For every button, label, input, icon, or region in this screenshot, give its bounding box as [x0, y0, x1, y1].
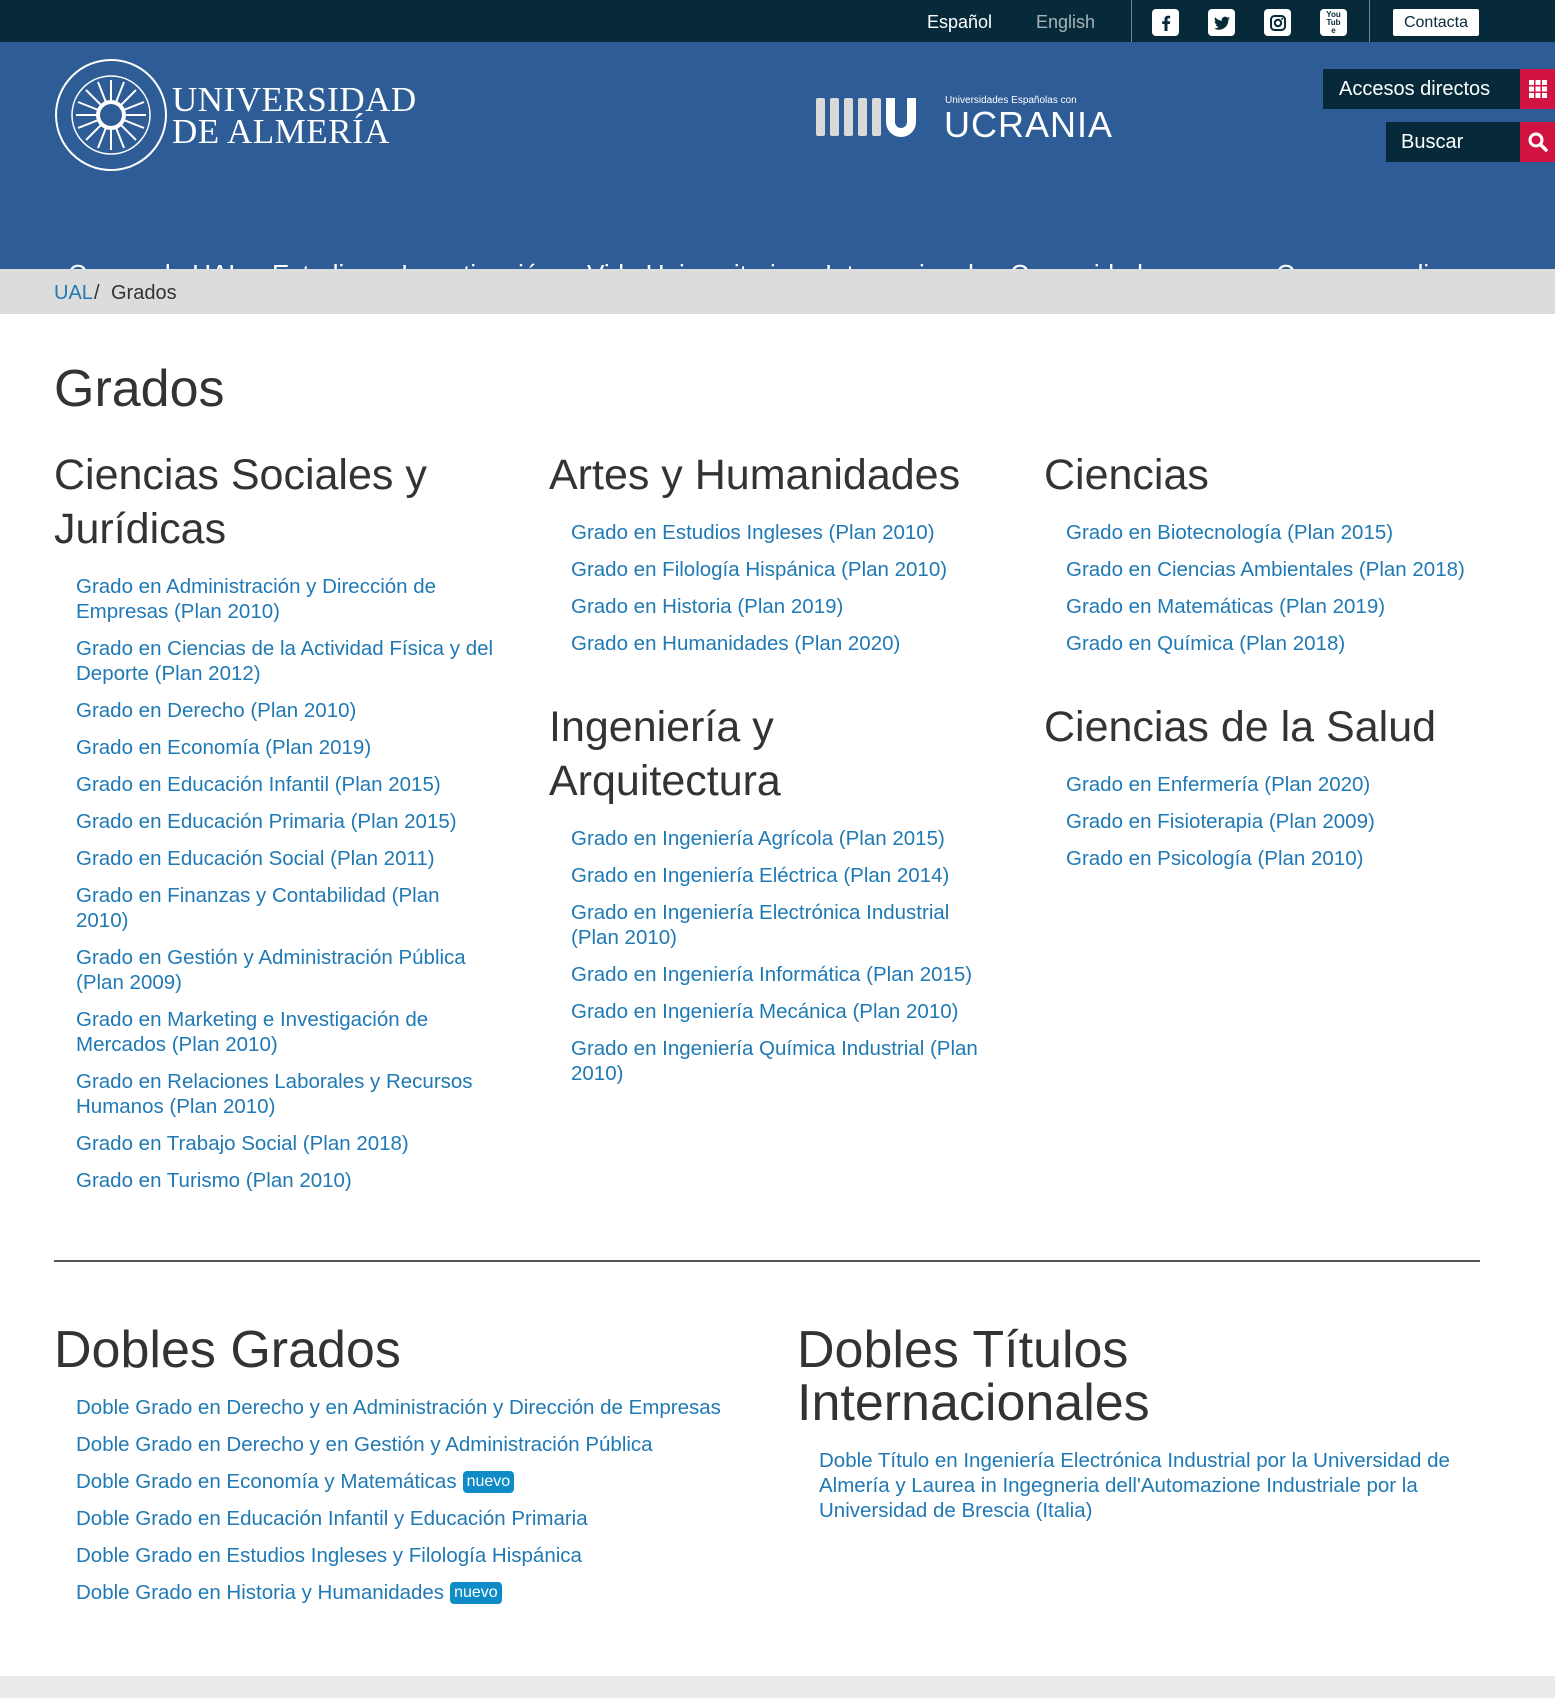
- degree-link[interactable]: Grado en Economía (Plan 2019): [76, 735, 494, 760]
- degree-list: Grado en Estudios Ingleses (Plan 2010) G…: [549, 520, 1009, 656]
- international-degree-link[interactable]: Doble Título en Ingeniería Electrónica I…: [819, 1448, 1477, 1523]
- degree-link[interactable]: Grado en Biotecnología (Plan 2015): [1066, 520, 1524, 545]
- degree-list: Grado en Enfermería (Plan 2020) Grado en…: [1044, 772, 1524, 871]
- double-degree-link[interactable]: Doble Grado en Derecho y en Gestión y Ad…: [76, 1432, 754, 1457]
- logo-line-2: DE ALMERÍA: [172, 112, 390, 151]
- degree-list: Grado en Administración y Dirección de E…: [54, 574, 494, 1193]
- double-degree-label: Doble Grado en Derecho y en Administraci…: [76, 1396, 721, 1419]
- search-icon[interactable]: [1520, 122, 1555, 162]
- youtube-label: You Tube: [1326, 9, 1341, 35]
- degree-link[interactable]: Grado en Ingeniería Mecánica (Plan 2010): [571, 999, 979, 1024]
- degree-list: Grado en Ingeniería Agrícola (Plan 2015)…: [549, 826, 979, 1086]
- degree-link[interactable]: Grado en Administración y Dirección de E…: [76, 574, 494, 624]
- section-ciencias-salud: Ciencias de la Salud Grado en Enfermería…: [1044, 700, 1524, 871]
- degree-link[interactable]: Grado en Fisioterapia (Plan 2009): [1066, 809, 1524, 834]
- degree-link[interactable]: Grado en Química (Plan 2018): [1066, 631, 1524, 656]
- section-title: Ciencias de la Salud: [1044, 703, 1437, 751]
- double-degree-label: Doble Grado en Educación Infantil y Educ…: [76, 1507, 588, 1530]
- site-header: Conoce la UAL Estudios Investigación Vid…: [0, 42, 1555, 289]
- grid-icon[interactable]: [1520, 69, 1555, 109]
- breadcrumb-current: Grados: [111, 282, 177, 304]
- section-title: Ciencias: [1044, 451, 1209, 499]
- section-title: Dobles Títulos Internacionales: [797, 1321, 1150, 1432]
- facebook-icon[interactable]: [1152, 9, 1179, 36]
- degree-link[interactable]: Grado en Ciencias de la Actividad Física…: [76, 636, 494, 686]
- page-title: Grados: [54, 360, 225, 418]
- ucrania-mark-icon: [816, 98, 916, 137]
- degree-link[interactable]: Grado en Educación Social (Plan 2011): [76, 846, 494, 871]
- degree-link[interactable]: Grado en Gestión y Administración Públic…: [76, 945, 494, 995]
- lang-en-link[interactable]: English: [1036, 12, 1095, 33]
- degree-link[interactable]: Grado en Psicología (Plan 2010): [1066, 846, 1524, 871]
- degree-link[interactable]: Grado en Ingeniería Eléctrica (Plan 2014…: [571, 863, 979, 888]
- instagram-icon[interactable]: [1264, 9, 1291, 36]
- degree-link[interactable]: Grado en Turismo (Plan 2010): [76, 1168, 494, 1193]
- section-title: Artes y Humanidades: [549, 451, 961, 499]
- degree-link[interactable]: Grado en Finanzas y Contabilidad (Plan 2…: [76, 883, 494, 933]
- degree-link[interactable]: Grado en Ingeniería Informática (Plan 20…: [571, 962, 979, 987]
- degree-link[interactable]: Grado en Ingeniería Agrícola (Plan 2015): [571, 826, 979, 851]
- degree-link[interactable]: Grado en Historia (Plan 2019): [571, 594, 1009, 619]
- degree-link[interactable]: Grado en Educación Infantil (Plan 2015): [76, 772, 494, 797]
- double-degree-label: Doble Grado en Derecho y en Gestión y Ad…: [76, 1433, 653, 1456]
- new-badge: nuevo: [450, 1582, 502, 1604]
- double-degree-link[interactable]: Doble Grado en Economía y Matemáticas nue…: [76, 1469, 754, 1494]
- degree-link[interactable]: Grado en Marketing e Investigación de Me…: [76, 1007, 494, 1057]
- double-degree-link[interactable]: Doble Grado en Derecho y en Administraci…: [76, 1395, 754, 1420]
- degree-link[interactable]: Grado en Trabajo Social (Plan 2018): [76, 1131, 494, 1156]
- degree-link[interactable]: Grado en Matemáticas (Plan 2019): [1066, 594, 1524, 619]
- university-logo-text[interactable]: UNIVERSIDAD DE ALMERÍA: [172, 82, 417, 151]
- topbar-divider: [1131, 0, 1132, 42]
- twitter-icon[interactable]: [1208, 9, 1235, 36]
- section-divider: [54, 1260, 1480, 1262]
- search-button[interactable]: Buscar: [1386, 122, 1520, 162]
- university-seal-logo[interactable]: [54, 58, 168, 172]
- section-ciencias-sociales: Ciencias Sociales y Jurídicas Grado en A…: [54, 448, 494, 1193]
- degree-link[interactable]: Grado en Estudios Ingleses (Plan 2010): [571, 520, 1009, 545]
- degree-link[interactable]: Grado en Ciencias Ambientales (Plan 2018…: [1066, 557, 1524, 582]
- section-title: Dobles Grados: [54, 1321, 401, 1379]
- degree-link[interactable]: Grado en Relaciones Laborales y Recursos…: [76, 1069, 494, 1119]
- degree-link[interactable]: Grado en Humanidades (Plan 2020): [571, 631, 1009, 656]
- breadcrumb-home-link[interactable]: UAL: [54, 282, 93, 305]
- degree-list: Grado en Biotecnología (Plan 2015) Grado…: [1044, 520, 1524, 656]
- contact-button[interactable]: Contacta: [1393, 9, 1479, 36]
- double-degree-label: Doble Grado en Economía y Matemáticas: [76, 1470, 457, 1493]
- degree-link[interactable]: Grado en Ingeniería Química Industrial (…: [571, 1036, 979, 1086]
- degree-link[interactable]: Grado en Derecho (Plan 2010): [76, 698, 494, 723]
- degree-link[interactable]: Grado en Filología Hispánica (Plan 2010): [571, 557, 1009, 582]
- double-degree-link[interactable]: Doble Grado en Estudios Ingleses y Filol…: [76, 1543, 754, 1568]
- lang-es-link[interactable]: Español: [927, 12, 992, 33]
- section-title: Ciencias Sociales y Jurídicas: [54, 451, 427, 553]
- section-artes-humanidades: Artes y Humanidades Grado en Estudios In…: [549, 448, 1009, 656]
- double-degree-list: Doble Grado en Derecho y en Administraci…: [54, 1395, 754, 1605]
- double-degree-label: Doble Grado en Estudios Ingleses y Filol…: [76, 1544, 582, 1567]
- breadcrumb: UAL / Grados: [0, 269, 1555, 314]
- breadcrumb-separator: /: [94, 282, 100, 304]
- youtube-icon[interactable]: You Tube: [1320, 9, 1347, 36]
- topbar-divider: [1369, 0, 1370, 42]
- double-degree-link[interactable]: Doble Grado en Educación Infantil y Educ…: [76, 1506, 754, 1531]
- section-ciencias: Ciencias Grado en Biotecnología (Plan 20…: [1044, 448, 1524, 656]
- degree-link[interactable]: Grado en Enfermería (Plan 2020): [1066, 772, 1524, 797]
- section-ingenieria-arquitectura: Ingeniería y Arquitectura Grado en Ingen…: [549, 700, 979, 1086]
- double-degree-link[interactable]: Doble Grado en Historia y Humanidades nue…: [76, 1580, 754, 1605]
- degree-link[interactable]: Grado en Educación Primaria (Plan 2015): [76, 809, 494, 834]
- top-bar: Español English You Tube Contacta: [0, 0, 1555, 42]
- double-degree-label: Doble Grado en Historia y Humanidades: [76, 1581, 445, 1604]
- accesos-directos-button[interactable]: Accesos directos: [1323, 69, 1520, 109]
- ucrania-title[interactable]: UCRANIA: [944, 104, 1113, 146]
- section-dobles-grados: Dobles Grados Doble Grado en Derecho y e…: [54, 1324, 754, 1605]
- international-degree-list: Doble Título en Ingeniería Electrónica I…: [797, 1448, 1477, 1523]
- section-title: Ingeniería y Arquitectura: [549, 703, 781, 805]
- degree-link[interactable]: Grado en Ingeniería Electrónica Industri…: [571, 900, 979, 950]
- section-dobles-titulos-internacionales: Dobles Títulos Internacionales Doble Tít…: [797, 1324, 1477, 1523]
- new-badge: nuevo: [462, 1471, 515, 1493]
- footer-strip: [0, 1676, 1555, 1698]
